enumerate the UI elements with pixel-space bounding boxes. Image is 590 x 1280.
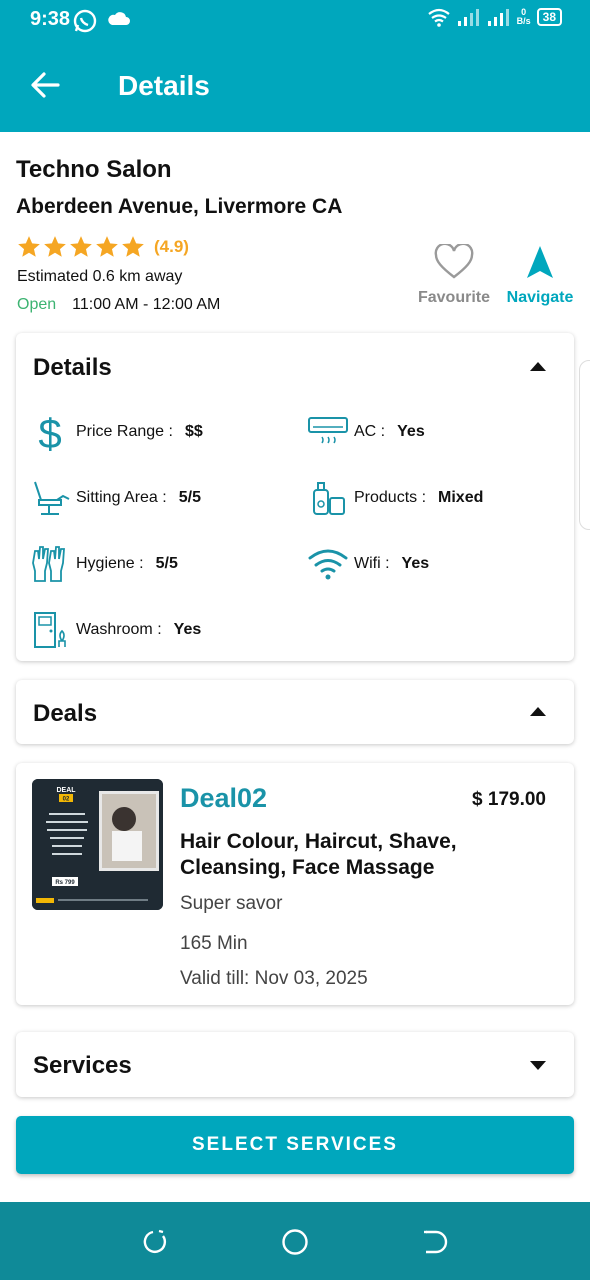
- deal-type: Super savor: [180, 893, 283, 914]
- star-icon: [44, 236, 66, 257]
- navigation-arrow-icon: [527, 246, 553, 278]
- deal-description: Hair Colour, Haircut, Shave, Cleansing, …: [180, 830, 457, 879]
- deals-card: Deals: [16, 680, 574, 744]
- status-bar: 9:38 0 B/s 38: [0, 0, 590, 40]
- app-bar: Details: [0, 40, 590, 132]
- deal-image: DEAL 02 Rs 799: [32, 779, 163, 910]
- collapse-caret-icon[interactable]: [530, 362, 546, 371]
- rating-value: (4.9): [154, 237, 189, 256]
- star-icon: [70, 236, 92, 257]
- back-icon[interactable]: [420, 1228, 448, 1256]
- rating-row: (4.9): [16, 234, 189, 260]
- services-card[interactable]: Services: [16, 1032, 574, 1097]
- opening-hours: 11:00 AM - 12:00 AM: [72, 296, 221, 313]
- recent-apps-icon[interactable]: [141, 1228, 169, 1256]
- deal-card[interactable]: DEAL 02 Rs 799 Deal02 $ 179.00 Hair Colo…: [16, 763, 574, 1005]
- ac-icon: [308, 417, 348, 444]
- wifi-icon: [308, 549, 348, 580]
- page-title: Details: [118, 70, 210, 101]
- detail-price-range: $ Price Range : $$: [28, 410, 202, 454]
- home-icon[interactable]: [281, 1228, 309, 1256]
- svg-text:02: 02: [63, 797, 70, 803]
- star-icon: [18, 236, 40, 257]
- hours-row: Open 11:00 AM - 12:00 AM: [17, 296, 220, 314]
- salon-chair-icon: [34, 481, 70, 515]
- favourite-label: Favourite: [417, 289, 490, 306]
- detail-ac: AC : Yes: [306, 410, 425, 454]
- collapse-caret-icon[interactable]: [530, 707, 546, 716]
- system-nav-bar: [0, 1202, 590, 1280]
- details-title: Details: [33, 354, 112, 381]
- salon-name: Techno Salon: [16, 156, 172, 183]
- deal-name: Deal02: [180, 783, 268, 813]
- signal-icon-2: [487, 9, 509, 26]
- products-icon: [313, 482, 345, 515]
- battery-indicator: 38: [536, 8, 562, 26]
- deals-title: Deals: [33, 700, 98, 727]
- deal-price: $ 179.00: [472, 789, 546, 810]
- detail-products: Products : Mixed: [306, 476, 483, 520]
- star-icon: [122, 236, 144, 257]
- navigate-button[interactable]: Navigate: [504, 244, 576, 307]
- services-title: Services: [33, 1052, 132, 1079]
- open-status: Open: [17, 296, 57, 313]
- washroom-icon: [34, 612, 66, 648]
- back-arrow-icon[interactable]: [28, 68, 62, 102]
- whatsapp-icon: [73, 9, 97, 33]
- detail-hygiene: Hygiene : 5/5: [28, 542, 178, 586]
- favourite-button[interactable]: Favourite: [416, 242, 492, 307]
- detail-washroom: Washroom : Yes: [28, 608, 201, 652]
- edge-panel-handle[interactable]: [579, 360, 590, 530]
- navigate-label: Navigate: [506, 289, 574, 306]
- gloves-icon: [32, 546, 65, 582]
- expand-caret-icon[interactable]: [530, 1061, 546, 1070]
- select-services-button[interactable]: SELECT SERVICES: [16, 1116, 574, 1174]
- svg-text:DEAL: DEAL: [56, 787, 76, 794]
- heart-icon: [434, 242, 474, 279]
- status-time: 9:38: [30, 8, 71, 30]
- deal-validity: Valid till: Nov 03, 2025: [180, 968, 368, 989]
- svg-text:Rs 799: Rs 799: [55, 880, 75, 886]
- cloud-icon: [108, 12, 130, 25]
- star-icon: [96, 236, 118, 257]
- details-card: Details $ Price Range : $$ AC : Yes Sitt…: [16, 333, 574, 661]
- signal-icon: [457, 9, 479, 26]
- wifi-status-icon: [427, 8, 450, 27]
- net-speed: 0 B/s: [516, 7, 531, 26]
- dollar-icon: $: [38, 410, 61, 454]
- distance-text: Estimated 0.6 km away: [17, 268, 183, 285]
- detail-wifi: Wifi : Yes: [306, 542, 429, 586]
- svg-text:$: $: [38, 410, 61, 454]
- salon-address: Aberdeen Avenue, Livermore CA: [16, 195, 343, 218]
- deal-duration: 165 Min: [180, 933, 248, 954]
- detail-sitting-area: Sitting Area : 5/5: [28, 476, 201, 520]
